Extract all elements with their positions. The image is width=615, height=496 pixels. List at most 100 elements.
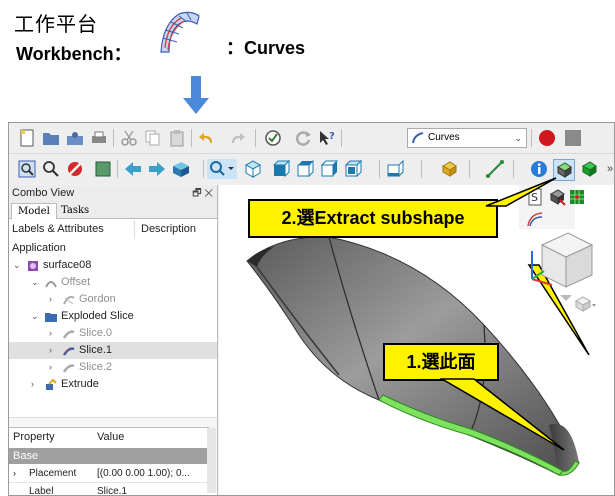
tree-item-slice2[interactable]: › Slice.2: [9, 359, 217, 376]
view-right-icon[interactable]: [319, 159, 339, 179]
draw-style-icon[interactable]: [65, 159, 85, 179]
whats-this-icon[interactable]: ?: [317, 128, 337, 148]
tree-item-surface08[interactable]: ⌄ surface08: [9, 257, 217, 274]
main-toolbar: ? Curves ⌄: [9, 123, 614, 153]
col-labels[interactable]: Labels & Attributes: [12, 223, 104, 235]
collapsed-icon[interactable]: ›: [13, 465, 16, 482]
tree-item-label: surface08: [43, 259, 92, 271]
tree-root-label: Application: [12, 242, 66, 254]
new-file-icon[interactable]: [17, 128, 37, 148]
view-front-icon[interactable]: [271, 159, 291, 179]
tree-root: Application: [9, 240, 217, 257]
std-views-icon[interactable]: [171, 159, 191, 179]
slice-icon: [63, 364, 75, 373]
property-scrollbar[interactable]: [207, 428, 216, 493]
combo-view-title-text: Combo View: [12, 187, 75, 199]
view-rear-icon[interactable]: [343, 159, 363, 179]
folder-icon: [45, 313, 57, 322]
curve-tool-icon[interactable]: [525, 209, 545, 229]
tab-model[interactable]: Model: [11, 203, 57, 219]
curves-workbench-icon: [157, 8, 201, 61]
collapsed-icon[interactable]: ›: [49, 359, 52, 376]
tree-header: Labels & Attributes Description: [9, 221, 217, 239]
col-value[interactable]: Value: [97, 428, 124, 446]
extrude-icon: [46, 379, 57, 390]
panel-float-close-icons[interactable]: 🗗 ✕: [192, 185, 213, 202]
combo-view-title: Combo View 🗗 ✕: [9, 185, 217, 202]
col-description[interactable]: Description: [141, 223, 196, 235]
slice-icon: [63, 330, 75, 339]
workbench-selector-value: Curves: [428, 132, 460, 143]
tree-item-exploded-slice[interactable]: ⌄ Exploded Slice: [9, 308, 217, 325]
tree-item-slice0[interactable]: › Slice.0: [9, 325, 217, 342]
macro-icon[interactable]: [263, 128, 283, 148]
tab-tasks[interactable]: Tasks: [55, 203, 95, 218]
tree-item-offset[interactable]: ⌄ Offset: [9, 274, 217, 291]
expand-icon[interactable]: ⌄: [31, 274, 39, 291]
slice-icon: [63, 347, 75, 356]
fit-selection-icon[interactable]: [41, 159, 61, 179]
tree-item-label: Slice.1: [79, 344, 113, 356]
property-row-placement[interactable]: › Placement [(0.00 0.00 1.00); 0...: [9, 465, 209, 483]
collapsed-icon[interactable]: ›: [49, 325, 52, 342]
cut-icon[interactable]: [119, 128, 139, 148]
print-icon[interactable]: [89, 128, 109, 148]
redo-icon[interactable]: [227, 128, 247, 148]
save-icon[interactable]: [65, 128, 85, 148]
refresh-icon[interactable]: [293, 128, 313, 148]
gordon-icon: [63, 295, 75, 305]
property-row-label[interactable]: Label Slice.1: [9, 483, 209, 496]
document-icon: [28, 261, 38, 271]
tree-item-extrude[interactable]: › Extrude: [9, 376, 217, 393]
property-value[interactable]: [(0.00 0.00 1.00); 0...: [97, 465, 190, 482]
back-arrow-icon[interactable]: [123, 159, 143, 179]
curves-small-icon: [412, 132, 424, 151]
undo-icon[interactable]: [197, 128, 217, 148]
open-folder-icon[interactable]: [41, 128, 61, 148]
part-icon[interactable]: [439, 159, 459, 179]
forward-arrow-icon[interactable]: [147, 159, 167, 179]
property-name: Label: [29, 486, 54, 496]
view-bottom-icon[interactable]: [385, 159, 405, 179]
copy-icon[interactable]: [143, 128, 163, 148]
tree-item-label: Extrude: [61, 378, 99, 390]
tree-item-slice1[interactable]: › Slice.1: [9, 342, 217, 359]
chevron-down-icon: ⌄: [514, 133, 522, 143]
svg-text:?: ?: [329, 131, 335, 142]
expand-icon[interactable]: ⌄: [13, 257, 21, 274]
view-isometric-icon[interactable]: [243, 159, 263, 179]
collapsed-icon[interactable]: ›: [49, 342, 52, 359]
tree-item-label: Exploded Slice: [61, 310, 134, 322]
view-top-icon[interactable]: [295, 159, 315, 179]
tree-item-label: Offset: [61, 276, 91, 288]
callout-step2-pointer: [485, 177, 557, 207]
green-cube-icon[interactable]: [579, 159, 599, 179]
green-grid-icon[interactable]: [569, 187, 585, 207]
tree-item-gordon[interactable]: › Gordon: [9, 291, 217, 308]
property-panel: Property Value Base › Placement [(0.00 0…: [9, 427, 209, 496]
tree-item-label: Slice.2: [79, 361, 113, 373]
zoom-dropdown-icon[interactable]: [207, 159, 237, 179]
toolbar-overflow-icon[interactable]: »: [605, 159, 614, 179]
stop-macro-icon[interactable]: [563, 128, 583, 148]
fit-all-icon[interactable]: [17, 159, 37, 179]
tree-item-label: Gordon: [79, 293, 116, 305]
collapsed-icon[interactable]: ›: [49, 291, 52, 308]
col-property[interactable]: Property: [13, 428, 55, 446]
property-value[interactable]: Slice.1: [97, 483, 127, 495]
curves-label: ：Curves: [226, 38, 306, 58]
view-menu-cube-icon[interactable]: [574, 295, 596, 318]
offset-icon: [45, 281, 57, 288]
paste-icon[interactable]: [167, 128, 187, 148]
callout-step2: 2.選Extract subshape: [248, 199, 498, 238]
bounding-box-icon[interactable]: [93, 159, 113, 179]
title-chinese: 工作平台: [14, 12, 98, 36]
callout-step1-pointer: [440, 378, 565, 451]
record-macro-icon[interactable]: [537, 128, 557, 148]
property-group-base[interactable]: Base: [9, 448, 209, 464]
workbench-selector[interactable]: Curves ⌄: [407, 128, 527, 148]
collapsed-icon[interactable]: ›: [31, 376, 34, 393]
workbench-label: Workbench：: [16, 44, 132, 64]
expand-icon[interactable]: ⌄: [31, 308, 39, 325]
navigation-cube[interactable]: [522, 223, 602, 303]
